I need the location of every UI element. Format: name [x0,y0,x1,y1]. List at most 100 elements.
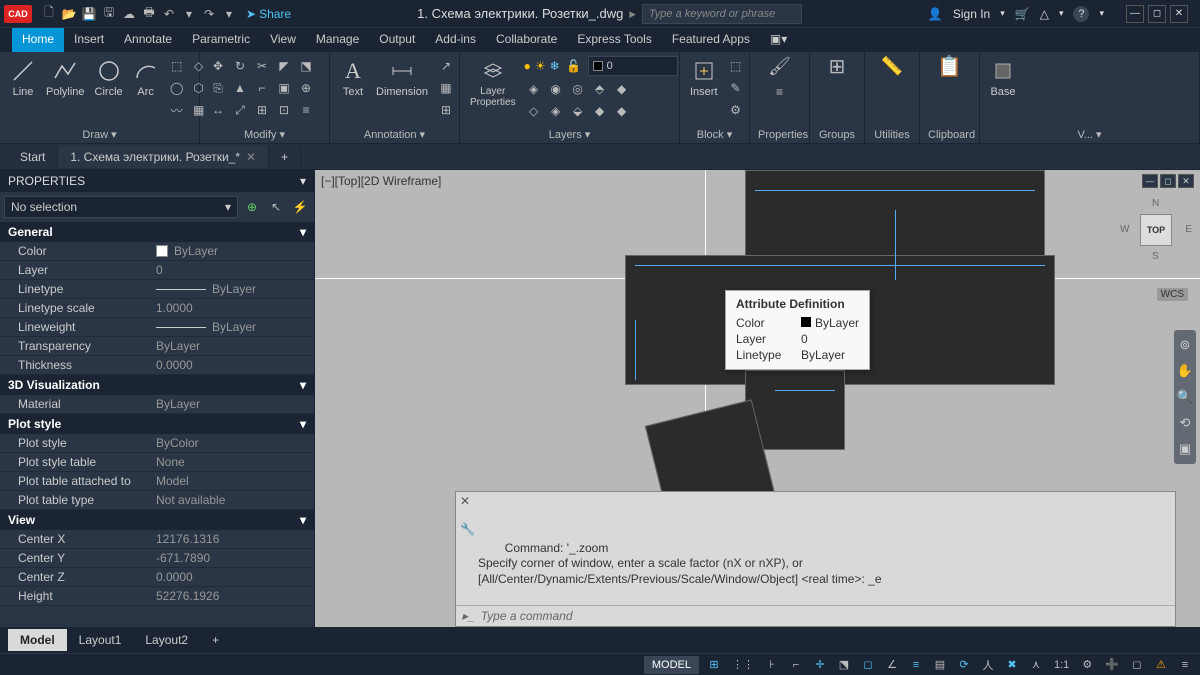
tool-icon[interactable]: ⚙ [726,100,746,120]
chevron-down-icon[interactable]: ▾ [1059,8,1064,19]
showmotion-icon[interactable]: ▣ [1174,440,1196,458]
open-icon[interactable]: 📂 [60,5,78,23]
property-row[interactable]: TransparencyByLayer [0,337,314,356]
panel-label-draw[interactable]: Draw ▾ [8,126,191,143]
tool-icon[interactable]: ⬚ [726,56,746,76]
minimize-button[interactable]: — [1126,5,1144,23]
tool-icon[interactable]: ◆ [612,79,632,99]
close-icon[interactable]: ✕ [460,494,470,510]
tool-icon[interactable]: ⬔ [296,56,316,76]
property-section-header[interactable]: General▾ [0,222,314,242]
model-space-button[interactable]: MODEL [644,656,699,674]
add-file-tab[interactable]: + [269,146,301,168]
close-icon[interactable]: ✕ [246,150,256,164]
properties-header[interactable]: PROPERTIES▾ [0,170,314,192]
table-icon[interactable]: ▦ [436,78,456,98]
selection-combo[interactable]: No selection▾ [4,196,238,218]
property-row[interactable]: LineweightByLayer [0,318,314,337]
property-row[interactable]: Plot style tableNone [0,453,314,472]
ribbon-tab-output[interactable]: Output [369,28,425,52]
layer-properties-tool[interactable]: Layer Properties [468,56,518,110]
panel-label-clipboard[interactable]: Clipboard [928,127,971,143]
layout-tab-layout2[interactable]: Layout2 [133,629,200,651]
new-icon[interactable]: 🗋 [40,5,58,23]
select-icon[interactable]: ↖ [266,197,286,217]
fillet-icon[interactable]: ⌐ [252,78,272,98]
share-button[interactable]: ➤ Share [246,7,291,21]
copy-icon[interactable]: ⎘ [208,78,228,98]
panel-label-annotation[interactable]: Annotation ▾ [338,126,451,143]
tool-icon[interactable]: ⊞ [436,100,456,120]
group-icon[interactable]: ⊞ [827,56,847,76]
arc-tool[interactable]: Arc [131,56,161,100]
otrack-icon[interactable]: ∠ [883,656,901,674]
infer-icon[interactable]: ⊦ [763,656,781,674]
status-tray-icon[interactable]: ⚠ [1152,656,1170,674]
close-viewport-icon[interactable]: ✕ [1178,174,1194,188]
cart-icon[interactable]: 🛒 [1015,7,1030,21]
property-row[interactable]: LinetypeByLayer [0,280,314,299]
tool-icon[interactable]: ◆ [612,101,632,121]
tool-icon[interactable]: ◈ [524,79,544,99]
cycling-icon[interactable]: ⟳ [955,656,973,674]
file-tab[interactable]: Start [8,146,58,168]
base-tool[interactable]: Base [988,56,1018,100]
customize-icon[interactable]: 🔧 [460,522,475,538]
property-section-header[interactable]: View▾ [0,510,314,530]
tool-icon[interactable]: ◆ [590,101,610,121]
property-section-header[interactable]: 3D Visualization▾ [0,375,314,395]
maximize-button[interactable]: ◻ [1148,5,1166,23]
layer-combo[interactable]: 0 [588,56,678,76]
panel-label-modify[interactable]: Modify ▾ [208,126,321,143]
layout-tab-layout1[interactable]: Layout1 [67,629,134,651]
chevron-down-icon[interactable]: ▾ [220,5,238,23]
property-row[interactable]: Thickness0.0000 [0,356,314,375]
web-icon[interactable]: ☁ [120,5,138,23]
wheel-icon[interactable]: ⊚ [1174,336,1196,354]
panel-label-utilities[interactable]: Utilities [873,127,911,143]
match-icon[interactable]: 🖌 [770,56,790,76]
tool-icon[interactable]: 〰 [167,100,187,120]
rotate-icon[interactable]: ↻ [230,56,250,76]
lwt-icon[interactable]: ≡ [907,656,925,674]
pan-icon[interactable]: ✋ [1174,362,1196,380]
leader-icon[interactable]: ↗ [436,56,456,76]
measure-icon[interactable]: 📏 [882,56,902,76]
property-row[interactable]: Layer0 [0,261,314,280]
redo-icon[interactable]: ↷ [200,5,218,23]
transparency-icon[interactable]: ▤ [931,656,949,674]
panel-label-groups[interactable]: Groups [818,127,856,143]
line-tool[interactable]: Line [8,56,38,100]
layout-tab-model[interactable]: Model [8,629,67,651]
property-row[interactable]: Linetype scale1.0000 [0,299,314,318]
property-row[interactable]: Plot table attached toModel [0,472,314,491]
chevron-down-icon[interactable]: ▾ [1099,8,1104,19]
ortho-icon[interactable]: ⌐ [787,656,805,674]
save-icon[interactable]: 💾 [80,5,98,23]
property-row[interactable]: Center X12176.1316 [0,530,314,549]
paste-icon[interactable]: 📋 [940,56,960,76]
signin-button[interactable]: Sign In [953,7,990,21]
mirror-icon[interactable]: ▲ [230,78,250,98]
tool-icon[interactable]: ◯ [167,78,187,98]
autodesk-icon[interactable]: △ [1040,7,1049,21]
zoom-icon[interactable]: 🔍 [1174,388,1196,406]
tool-icon[interactable]: ⬙ [568,101,588,121]
property-row[interactable]: Center Y-671.7890 [0,549,314,568]
close-button[interactable]: ✕ [1170,5,1188,23]
chevron-down-icon[interactable]: ▾ [180,5,198,23]
array-icon[interactable]: ⊞ [252,100,272,120]
tool-icon[interactable]: ◤ [274,56,294,76]
help-icon[interactable]: ? [1073,6,1089,22]
saveas-icon[interactable]: 🖫 [100,5,118,23]
ribbon-tab-collaborate[interactable]: Collaborate [486,28,567,52]
viewport-label[interactable]: [−][Top][2D Wireframe] [321,174,441,188]
tool-icon[interactable]: ≡ [770,82,790,102]
minimize-viewport-icon[interactable]: — [1142,174,1158,188]
annoscale-icon[interactable]: ⋏ [1027,656,1045,674]
tool-icon[interactable]: ≡ [296,100,316,120]
application-menu-button[interactable]: CAD [4,5,32,23]
snap-icon[interactable]: ⋮⋮ [729,656,757,674]
pickadd-icon[interactable]: ⊕ [242,197,262,217]
ribbon-tab-manage[interactable]: Manage [306,28,369,52]
